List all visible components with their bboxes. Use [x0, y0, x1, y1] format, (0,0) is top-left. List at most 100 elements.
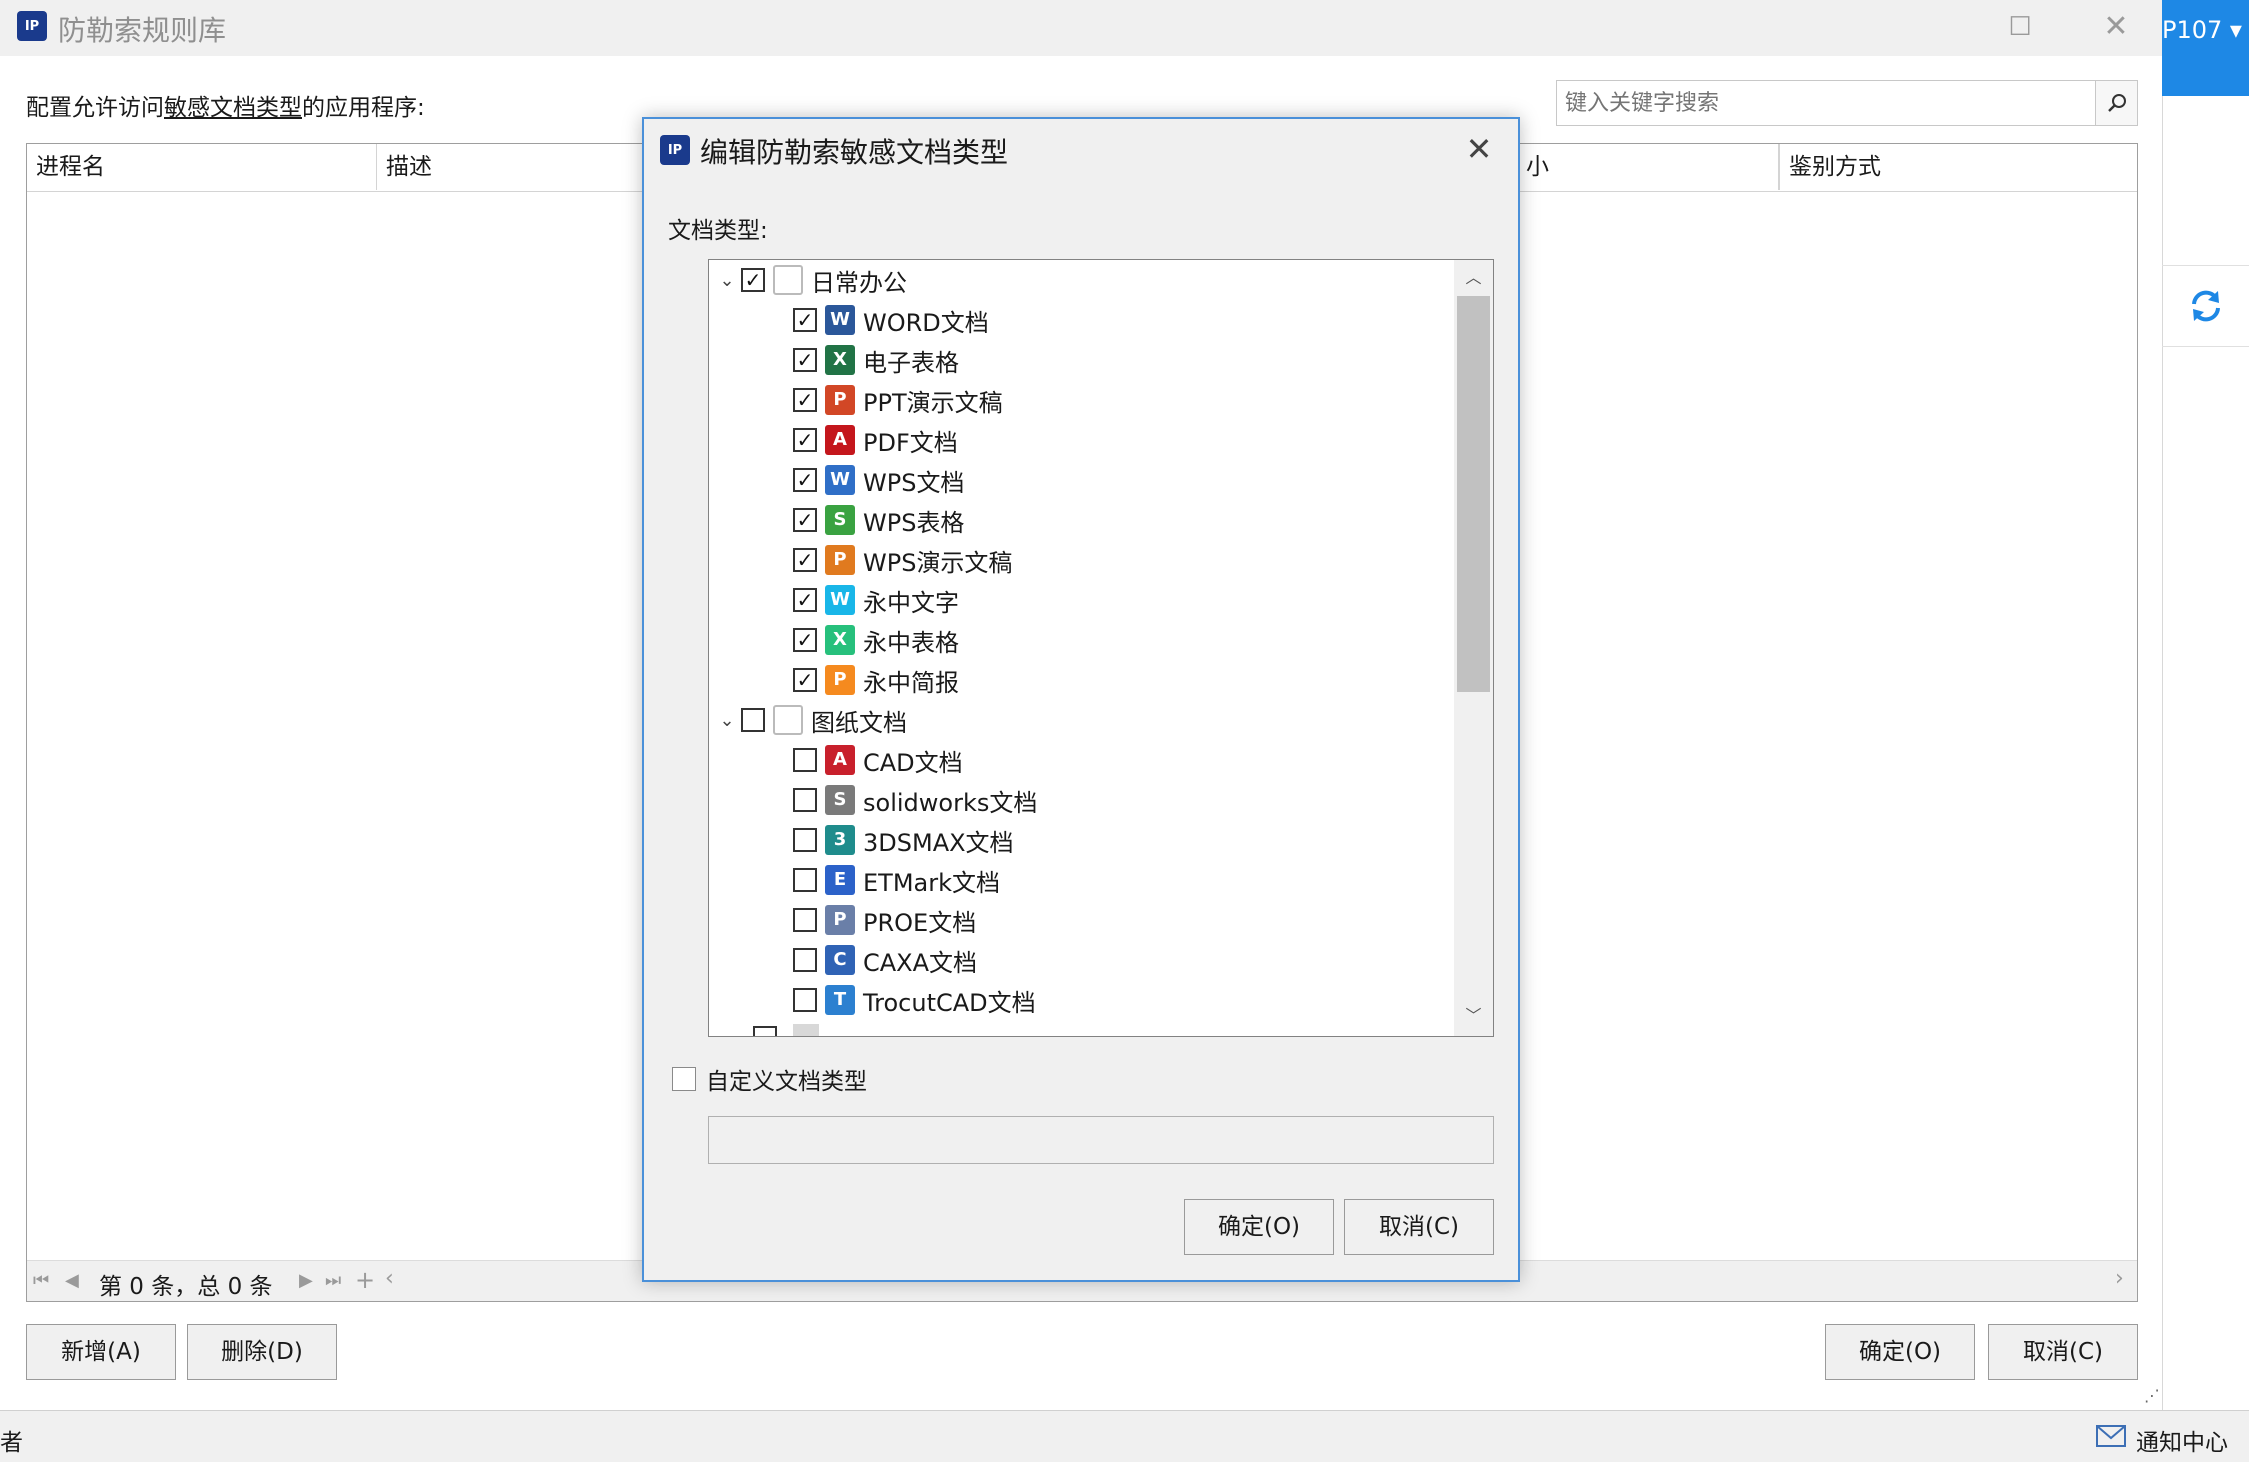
tree-item-label: WORD文档 — [863, 308, 989, 337]
file-type-icon: E — [825, 865, 855, 895]
tree-item-label: CAXA文档 — [863, 948, 978, 977]
tree-item-checkbox[interactable]: ✓ — [793, 468, 817, 492]
tree-item-row[interactable]: ✓ W WPS文档 — [793, 460, 964, 500]
main-ok-button[interactable]: 确定(O) — [1825, 1324, 1975, 1380]
tree-item-label: PROE文档 — [863, 908, 977, 937]
first-page-icon[interactable]: ⏮ — [33, 1270, 49, 1291]
dialog-cancel-button[interactable]: 取消(C) — [1344, 1199, 1494, 1255]
scroll-right-icon[interactable]: › — [2115, 1266, 2124, 1291]
delete-button[interactable]: 删除(D) — [187, 1324, 337, 1380]
dialog-title-bar: IP 编辑防勒索敏感文档类型 ✕ — [644, 119, 1518, 181]
tree-item-row[interactable]: A CAD文档 — [793, 740, 963, 780]
tree-partial-checkbox[interactable] — [753, 1026, 777, 1036]
tree-group-checkbox[interactable] — [741, 708, 765, 732]
tree-item-row[interactable]: ✓ W 永中文字 — [793, 580, 959, 620]
tree-item-label: solidworks文档 — [863, 788, 1038, 817]
file-type-icon: 3 — [825, 825, 855, 855]
search-input[interactable] — [1557, 81, 2095, 125]
tree-item-row[interactable]: ✓ P WPS演示文稿 — [793, 540, 1012, 580]
tree-item-checkbox[interactable]: ✓ — [793, 588, 817, 612]
maximize-button[interactable]: ☐ — [1990, 2, 2050, 52]
tree-item-checkbox[interactable] — [793, 988, 817, 1012]
column-header-process[interactable]: 进程名 — [27, 144, 377, 190]
last-page-icon[interactable]: ⏭ — [325, 1270, 341, 1291]
dialog-ok-button[interactable]: 确定(O) — [1184, 1199, 1334, 1255]
group-folder-icon — [773, 265, 803, 295]
tree-item-checkbox[interactable]: ✓ — [793, 668, 817, 692]
tree-item-checkbox[interactable]: ✓ — [793, 628, 817, 652]
tree-item-row[interactable]: C CAXA文档 — [793, 940, 977, 980]
tree-group-row[interactable]: ⌄ 图纸文档 — [713, 700, 907, 740]
tree-item-checkbox[interactable]: ✓ — [793, 388, 817, 412]
scrollbar-thumb[interactable] — [1457, 296, 1490, 692]
tree-item-row[interactable]: ✓ P PPT演示文稿 — [793, 380, 1003, 420]
prev-page-icon[interactable]: ◀ — [65, 1270, 79, 1291]
tree-item-row[interactable]: Ssolidworks文档 — [793, 780, 1037, 820]
tree-item-label: WPS文档 — [863, 468, 965, 497]
tree-item-checkbox[interactable]: ✓ — [793, 428, 817, 452]
refresh-button[interactable] — [2162, 265, 2249, 347]
file-type-icon: C — [825, 945, 855, 975]
chevron-down-icon[interactable]: ⌄ — [713, 710, 741, 731]
window-title: 防勒索规则库 — [58, 14, 227, 47]
file-type-icon: X — [825, 625, 855, 655]
tree-item-row[interactable]: ✓ X 电子表格 — [793, 340, 959, 380]
file-type-icon: S — [825, 785, 855, 815]
tree-item-row[interactable]: ✓ W WORD文档 — [793, 300, 989, 340]
background-app-panel — [2162, 0, 2249, 1410]
custom-type-input[interactable] — [708, 1116, 1494, 1164]
scroll-left-icon[interactable]: ‹ — [385, 1266, 394, 1291]
next-page-icon[interactable]: ▶ — [299, 1270, 313, 1291]
tree-item-row[interactable]: E ETMark文档 — [793, 860, 1000, 900]
tree-scrollbar[interactable]: ︿ ﹀ — [1454, 260, 1493, 1036]
tree-item-checkbox[interactable]: ✓ — [793, 348, 817, 372]
tree-item-row[interactable]: ✓ X 永中表格 — [793, 620, 959, 660]
file-type-icon: A — [825, 745, 855, 775]
tree-item-checkbox[interactable] — [793, 868, 817, 892]
column-header-size[interactable]: 小 — [1517, 144, 1779, 190]
dialog-logo-icon: IP — [660, 135, 690, 165]
custom-type-row[interactable]: 自定义文档类型 — [672, 1062, 867, 1096]
sensitive-doc-types-link[interactable]: 敏感文档类型 — [164, 95, 302, 121]
add-row-icon[interactable]: + — [355, 1266, 375, 1294]
tree-item-row[interactable]: P PROE文档 — [793, 900, 976, 940]
tree-item-checkbox[interactable] — [793, 788, 817, 812]
tree-item-checkbox[interactable]: ✓ — [793, 508, 817, 532]
scroll-down-icon[interactable]: ﹀ — [1454, 1002, 1493, 1032]
background-tab[interactable]: P107 ▾ — [2162, 0, 2249, 96]
tree-item-label: PDF文档 — [863, 428, 958, 457]
file-type-icon: T — [825, 985, 855, 1015]
notification-center-link[interactable]: 通知中心 — [2136, 1423, 2228, 1457]
file-type-icon: A — [825, 425, 855, 455]
search-box — [1556, 80, 2138, 126]
tree-item-label: 永中文字 — [863, 588, 959, 617]
column-header-description[interactable]: 描述 — [377, 144, 677, 190]
tree-item-row[interactable]: ✓ P 永中简报 — [793, 660, 959, 700]
tree-item-label: 永中简报 — [863, 668, 959, 697]
tree-item-checkbox[interactable] — [793, 948, 817, 972]
main-cancel-button[interactable]: 取消(C) — [1988, 1324, 2138, 1380]
tree-item-row[interactable]: ✓ S WPS表格 — [793, 500, 964, 540]
tree-item-checkbox[interactable]: ✓ — [793, 308, 817, 332]
column-header-auth-method[interactable]: 鉴别方式 — [1779, 144, 2137, 190]
tree-group-row[interactable]: ⌄ ✓ 日常办公 — [713, 260, 907, 300]
custom-type-checkbox[interactable] — [672, 1067, 696, 1091]
tree-item-checkbox[interactable] — [793, 828, 817, 852]
search-button[interactable] — [2095, 81, 2137, 125]
tree-group-checkbox[interactable]: ✓ — [741, 268, 765, 292]
scroll-up-icon[interactable]: ︿ — [1454, 264, 1493, 294]
dialog-close-button[interactable]: ✕ — [1454, 129, 1504, 169]
tree-item-checkbox[interactable] — [793, 748, 817, 772]
chevron-down-icon[interactable]: ⌄ — [713, 270, 741, 291]
tree-item-row[interactable]: 3 3DSMAX文档 — [793, 820, 1014, 860]
prompt-prefix: 配置允许访问 — [26, 95, 164, 121]
close-button[interactable]: ✕ — [2086, 2, 2146, 52]
tree-item-row[interactable]: ✓ A PDF文档 — [793, 420, 958, 460]
search-icon — [2107, 94, 2126, 112]
resize-grip-icon[interactable]: ⋰ — [2144, 1386, 2160, 1405]
tree-item-checkbox[interactable] — [793, 908, 817, 932]
tree-item-label: WPS演示文稿 — [863, 548, 1013, 577]
tree-item-row[interactable]: T TrocutCAD文档 — [793, 980, 1036, 1020]
add-button[interactable]: 新增(A) — [26, 1324, 176, 1380]
tree-item-checkbox[interactable]: ✓ — [793, 548, 817, 572]
